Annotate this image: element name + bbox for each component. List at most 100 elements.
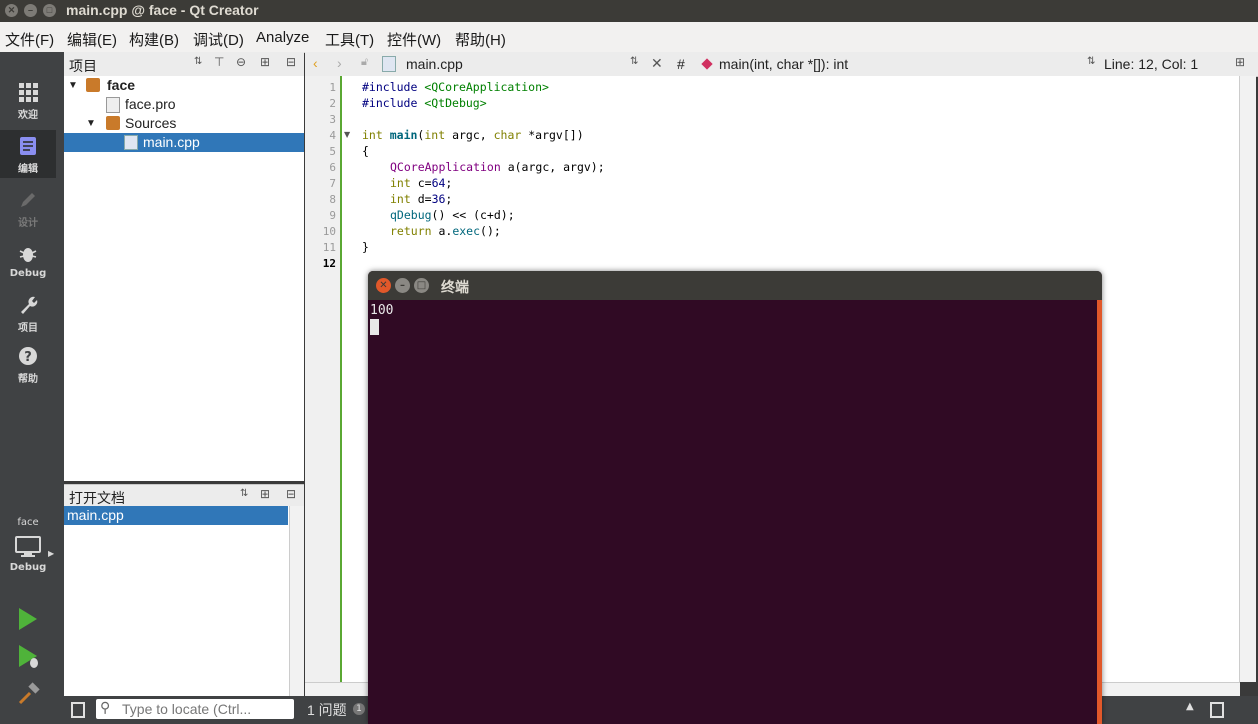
code-line-7: int c=64; [390,176,453,190]
close-file-icon[interactable]: ✕ [651,55,663,72]
help-icon: ? [19,347,37,365]
locator-input[interactable]: ⚲ Type to locate (Ctrl... [96,699,294,719]
file-select-icon[interactable]: ⇅ [630,56,638,67]
link-icon[interactable]: ⊖ [236,55,246,69]
window-titlebar: ✕ – □ main.cpp @ face - Qt Creator [0,0,1258,22]
forward-arrow-icon[interactable]: › [337,55,342,71]
search-icon: ⚲ [100,700,111,716]
toggle-sidebar-icon[interactable] [71,702,85,718]
open-document-item[interactable]: main.cpp [64,506,288,525]
tree-item-file-selected[interactable]: main.cpp [64,133,304,152]
kit-expand-icon[interactable]: ▶ [48,549,54,558]
mode-help[interactable]: ? 帮助 [0,346,56,385]
line-number: 2 [329,97,336,110]
expand-arrow-icon[interactable]: ▼ [68,76,78,95]
debug-run-icon [19,645,38,668]
bug-icon [19,248,37,262]
back-arrow-icon[interactable]: ‹ [313,55,318,71]
close-window-button[interactable]: ✕ [5,4,18,17]
mode-edit-label: 编辑 [18,164,38,175]
terminal-scrollbar[interactable] [1097,300,1102,724]
mode-welcome-label: 欢迎 [18,110,38,121]
close-panel-icon[interactable]: ⊟ [286,487,296,501]
open-documents-title: 打开文档 [69,490,125,506]
line-number: 3 [329,113,336,126]
method-icon [701,58,713,70]
panel-up-icon[interactable]: ▲ [1186,701,1194,712]
close-panel-icon[interactable]: ⊟ [286,55,296,69]
run-button[interactable] [17,607,39,635]
symbol-select-icon[interactable]: ⇅ [1087,56,1095,67]
project-tree: ▼ face face.pro ▼ Sources main.cpp [64,76,304,481]
fold-arrow-icon[interactable]: ▼ [344,130,350,139]
symbol-combo[interactable]: main(int, char *[]): int [719,56,848,72]
menu-debug[interactable]: 调试(D) [193,29,244,50]
menu-edit[interactable]: 编辑(E) [67,29,117,50]
tree-item-project[interactable]: ▼ face [64,76,304,95]
mode-design-label: 设计 [18,218,38,229]
line-number: 4 [329,129,336,142]
build-button[interactable] [17,682,41,710]
mode-debug[interactable]: Debug [0,244,56,279]
mode-sidebar: 欢迎 编辑 设计 Debug 项目 ? 帮助 face Debug ▶ [0,52,64,724]
editor-toolbar: ‹ › 🔓︎ main.cpp ⇅ ✕ # main(int, char *[]… [305,52,1258,77]
code-line-6: QCoreApplication a(argc, argv); [390,160,605,174]
code-line-4: int main(int argc, char *argv[]) [362,128,584,142]
open-documents-header: 打开文档 ⇅ ⊞ ⊟ [64,484,304,508]
mode-design[interactable]: 设计 [0,190,56,229]
pro-file-icon [106,97,120,113]
line-number-current: 12 [322,257,336,270]
menu-file[interactable]: 文件(F) [5,29,54,50]
hammer-icon [18,682,40,705]
filter-icon[interactable]: ⊤ [214,55,224,69]
terminal-title: 终端 [441,279,469,295]
split-icon[interactable]: ⊞ [260,487,270,501]
menu-widgets[interactable]: 控件(W) [387,29,441,50]
line-number: 11 [322,241,336,254]
menu-analyze[interactable]: Analyze [256,29,309,46]
terminal-minimize-button[interactable]: – [395,278,410,293]
menu-build[interactable]: 构建(B) [129,29,179,50]
vertical-scrollbar[interactable] [1239,76,1256,682]
panel-select-icon[interactable]: ⇅ [240,488,248,499]
code-line-10: return a.exec(); [390,224,501,238]
line-number: 9 [329,209,336,222]
kit-config-label: Debug [9,562,47,573]
window-title: main.cpp @ face - Qt Creator [66,2,259,18]
terminal-window[interactable]: ✕ – □ 终端 100 [368,271,1102,724]
terminal-close-button[interactable]: ✕ [376,278,391,293]
debug-run-button[interactable] [17,644,41,674]
cursor-position[interactable]: Line: 12, Col: 1 [1104,56,1198,72]
monitor-icon [15,536,41,557]
maximize-window-button[interactable]: □ [43,4,56,17]
expand-arrow-icon[interactable]: ▼ [86,114,96,133]
tree-item-folder[interactable]: ▼ Sources [64,114,304,133]
line-number: 10 [322,225,336,238]
editor-file-combo[interactable]: main.cpp [406,56,463,72]
tree-item-label: face [107,77,136,93]
mode-projects[interactable]: 项目 [0,295,56,334]
code-line-9: qDebug() << (c+d); [390,208,515,222]
terminal-titlebar: ✕ – □ 终端 [368,271,1102,300]
mode-edit[interactable]: 编辑 [0,130,56,178]
minimize-window-button[interactable]: – [24,4,37,17]
issues-tab[interactable]: 1 问题 [307,700,347,720]
menu-help[interactable]: 帮助(H) [455,29,506,50]
toggle-output-icon[interactable] [1210,702,1224,718]
panel-select-icon[interactable]: ⇅ [194,56,202,67]
preprocessor-button[interactable]: # [677,56,685,72]
code-line-8: int d=36; [390,192,453,206]
terminal-maximize-button[interactable]: □ [414,278,429,293]
tree-item-label: Sources [125,115,177,131]
line-number: 8 [329,193,336,206]
tree-item-file[interactable]: face.pro [64,95,304,114]
lock-icon: 🔓︎ [361,56,369,68]
split-icon[interactable]: ⊞ [1235,55,1245,69]
split-icon[interactable]: ⊞ [260,55,270,69]
locator-placeholder: Type to locate (Ctrl... [122,701,252,717]
mode-welcome[interactable]: 欢迎 [0,82,56,121]
scrollbar[interactable] [289,506,304,696]
folder-icon [106,116,120,130]
menu-tools[interactable]: 工具(T) [325,29,374,50]
line-number: 1 [329,81,336,94]
